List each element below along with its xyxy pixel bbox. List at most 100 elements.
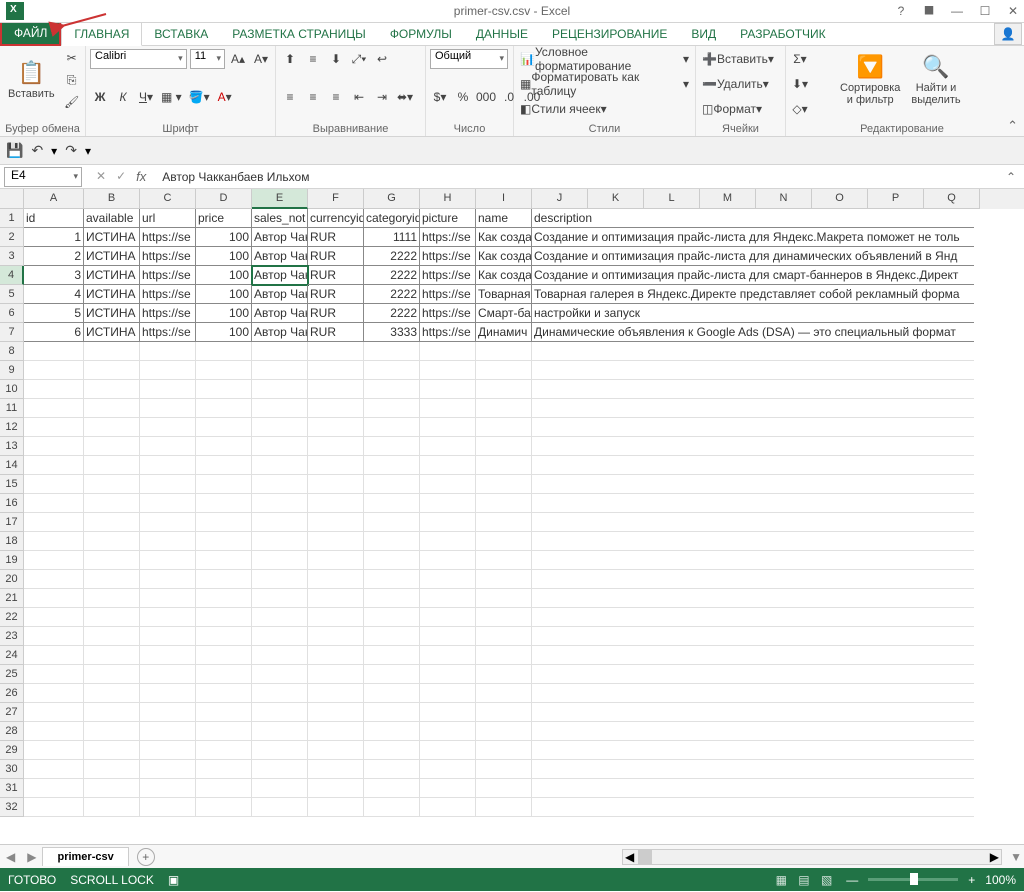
cell[interactable] <box>364 779 420 798</box>
row-header[interactable]: 23 <box>0 627 24 646</box>
cell[interactable] <box>84 513 140 532</box>
cell[interactable] <box>308 779 364 798</box>
cell[interactable]: Товарная галерея в Яндекс.Директе предст… <box>532 285 974 304</box>
cell[interactable] <box>364 646 420 665</box>
cell[interactable]: https://se <box>420 285 476 304</box>
cell[interactable] <box>532 684 974 703</box>
cell[interactable]: 100 <box>196 266 252 285</box>
insert-cells-button[interactable]: ➕ Вставить ▾ <box>700 49 776 69</box>
row-header[interactable]: 31 <box>0 779 24 798</box>
cell[interactable]: price <box>196 209 252 228</box>
cell[interactable]: RUR <box>308 323 364 342</box>
cell[interactable]: Автор Чак <box>252 247 308 266</box>
cell[interactable] <box>364 380 420 399</box>
cell[interactable]: Автор Чак <box>252 228 308 247</box>
cell[interactable] <box>84 380 140 399</box>
cell[interactable] <box>84 684 140 703</box>
cell[interactable]: Смарт-ба <box>476 304 532 323</box>
cell[interactable] <box>84 437 140 456</box>
cell[interactable] <box>476 779 532 798</box>
cell[interactable] <box>420 798 476 817</box>
format-cells-button[interactable]: ◫ Формат ▾ <box>700 99 764 119</box>
cell[interactable] <box>420 551 476 570</box>
align-middle-button[interactable]: ≡ <box>303 49 323 69</box>
cell[interactable] <box>420 532 476 551</box>
collapse-ribbon-button[interactable]: ⌃ <box>1007 118 1018 134</box>
cell[interactable] <box>308 475 364 494</box>
row-header[interactable]: 13 <box>0 437 24 456</box>
row-header[interactable]: 2 <box>0 228 24 247</box>
cell[interactable]: ИСТИНА <box>84 285 140 304</box>
save-button[interactable]: 💾 <box>6 142 23 159</box>
cell[interactable]: Как созда <box>476 228 532 247</box>
cell[interactable] <box>476 722 532 741</box>
row-header[interactable]: 3 <box>0 247 24 266</box>
column-header-M[interactable]: M <box>700 189 756 209</box>
cell[interactable]: url <box>140 209 196 228</box>
cell[interactable] <box>532 703 974 722</box>
cell[interactable] <box>476 665 532 684</box>
cell[interactable] <box>308 342 364 361</box>
comma-button[interactable]: 000 <box>476 87 496 107</box>
cell[interactable] <box>308 437 364 456</box>
tab-review[interactable]: РЕЦЕНЗИРОВАНИЕ <box>540 23 679 45</box>
cell[interactable] <box>24 418 84 437</box>
cell[interactable]: https://se <box>140 285 196 304</box>
cell[interactable]: description <box>532 209 974 228</box>
cell[interactable] <box>364 456 420 475</box>
font-color-button[interactable]: A▾ <box>215 87 235 107</box>
cell[interactable] <box>308 703 364 722</box>
cell[interactable] <box>532 570 974 589</box>
cell[interactable] <box>532 494 974 513</box>
cell[interactable] <box>196 779 252 798</box>
cell[interactable] <box>24 513 84 532</box>
cell[interactable] <box>196 703 252 722</box>
cell[interactable] <box>140 684 196 703</box>
borders-button[interactable]: ▦ ▾ <box>159 87 184 107</box>
cell[interactable] <box>24 741 84 760</box>
cell[interactable] <box>364 532 420 551</box>
clear-button[interactable]: ◇▾ <box>790 99 810 119</box>
cell[interactable] <box>84 646 140 665</box>
cell-styles-button[interactable]: ◧ Стили ячеек ▾ <box>518 99 609 119</box>
column-header-F[interactable]: F <box>308 189 364 209</box>
cell[interactable] <box>140 380 196 399</box>
cell[interactable] <box>84 627 140 646</box>
row-header[interactable]: 28 <box>0 722 24 741</box>
row-header[interactable]: 19 <box>0 551 24 570</box>
cell[interactable] <box>476 532 532 551</box>
cell[interactable] <box>24 361 84 380</box>
cell[interactable] <box>140 399 196 418</box>
column-header-J[interactable]: J <box>532 189 588 209</box>
zoom-in-button[interactable]: + <box>968 873 975 887</box>
cell[interactable] <box>84 589 140 608</box>
cell[interactable] <box>420 399 476 418</box>
align-top-button[interactable]: ⬆ <box>280 49 300 69</box>
column-header-C[interactable]: C <box>140 189 196 209</box>
cell[interactable] <box>476 551 532 570</box>
new-sheet-button[interactable]: + <box>137 848 155 866</box>
row-header[interactable]: 8 <box>0 342 24 361</box>
cell[interactable]: 2 <box>24 247 84 266</box>
row-header[interactable]: 32 <box>0 798 24 817</box>
cell[interactable] <box>252 437 308 456</box>
cell[interactable] <box>252 456 308 475</box>
row-header[interactable]: 22 <box>0 608 24 627</box>
cell[interactable]: id <box>24 209 84 228</box>
cell[interactable] <box>420 684 476 703</box>
cell[interactable] <box>420 475 476 494</box>
cell[interactable] <box>84 608 140 627</box>
cell[interactable] <box>364 494 420 513</box>
row-header[interactable]: 10 <box>0 380 24 399</box>
cell[interactable] <box>532 589 974 608</box>
cell[interactable]: настройки и запуск <box>532 304 974 323</box>
cell[interactable] <box>24 627 84 646</box>
column-header-I[interactable]: I <box>476 189 532 209</box>
cell[interactable] <box>476 399 532 418</box>
cell[interactable] <box>308 380 364 399</box>
column-header-P[interactable]: P <box>868 189 924 209</box>
cell[interactable] <box>196 570 252 589</box>
cell[interactable]: 5 <box>24 304 84 323</box>
cell[interactable] <box>140 532 196 551</box>
column-header-N[interactable]: N <box>756 189 812 209</box>
